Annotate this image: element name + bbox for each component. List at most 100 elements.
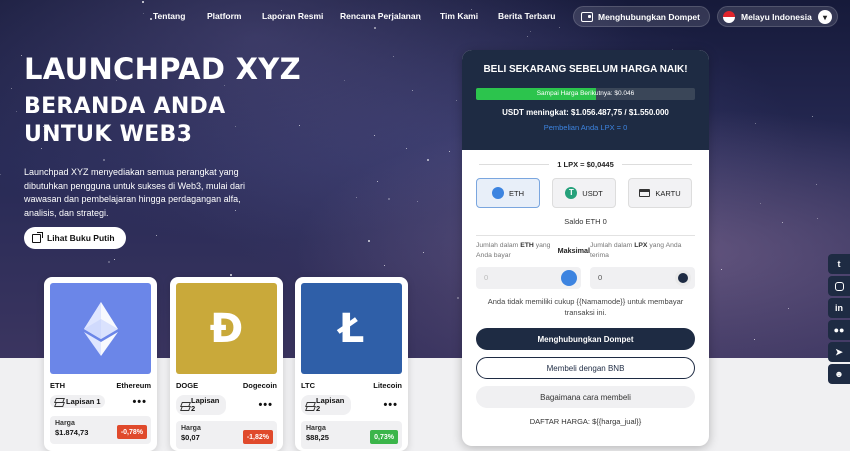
nav-link-news[interactable]: Berita Terbaru xyxy=(498,11,555,21)
connect-wallet-button[interactable]: Menghubungkan Dompet xyxy=(573,6,710,27)
star-decoration xyxy=(426,158,429,161)
usdt-raised-text: USDT meningkat: $1.056.487,75 / $1.550.0… xyxy=(502,108,669,117)
ethereum-logo xyxy=(50,283,151,374)
star-decoration xyxy=(416,200,418,202)
more-options-icon[interactable]: ••• xyxy=(383,399,398,411)
star-decoration xyxy=(367,240,370,243)
pay-with-usdt-button[interactable]: T USDT xyxy=(552,178,616,208)
star-decoration xyxy=(20,55,22,57)
star-decoration xyxy=(0,174,2,176)
pay-with-eth-button[interactable]: ETH xyxy=(476,178,540,208)
star-decoration xyxy=(383,264,385,266)
layer-badge: Lapisan 2 xyxy=(176,395,226,415)
coin-symbol: DOGE xyxy=(176,381,199,390)
star-decoration xyxy=(456,297,459,300)
your-lpx-purchase: Pembelian Anda LPX = 0 xyxy=(543,123,628,132)
hero-subtitle-line1: BERANDA ANDA xyxy=(24,94,226,119)
panel-header: BELI SEKARANG SEBELUM HARGA NAIK! Sampai… xyxy=(462,50,709,150)
layer-label: Lapisan 1 xyxy=(66,396,101,406)
star-decoration xyxy=(412,89,414,91)
view-whitepaper-button[interactable]: Lihat Buku Putih xyxy=(24,227,126,249)
coin-card-eth[interactable]: ETH Ethereum Lapisan 1 ••• Harga $1.874,7… xyxy=(44,277,157,451)
nav-link-team[interactable]: Tim Kami xyxy=(440,11,478,21)
layer-label: Lapisan 2 xyxy=(191,396,220,413)
nav-link-whitepaper[interactable]: Laporan Resmi xyxy=(262,11,323,21)
panel-connect-wallet-button[interactable]: Menghubungkan Dompet xyxy=(476,328,695,350)
ethereum-icon xyxy=(83,301,118,356)
layer-label: Lapisan 2 xyxy=(316,396,345,413)
coin-symbol: LTC xyxy=(301,381,316,390)
price-box: Harga $88,25 0,73% xyxy=(301,421,402,449)
star-decoration xyxy=(356,197,358,198)
star-decoration xyxy=(393,56,395,58)
receive-amount-input[interactable]: 0 xyxy=(590,267,695,289)
star-decoration xyxy=(755,123,757,125)
more-options-icon[interactable]: ••• xyxy=(132,396,147,408)
layer-badge: Lapisan 1 xyxy=(50,395,105,408)
instagram-icon[interactable] xyxy=(828,276,850,296)
exchange-rate: 1 LPX = $0,0445 xyxy=(557,160,614,169)
star-decoration xyxy=(448,150,450,152)
price-change-badge: -1,82% xyxy=(242,430,273,444)
nav-link-about[interactable]: Tentang xyxy=(153,11,185,21)
star-decoration xyxy=(811,116,813,118)
language-selector[interactable]: Melayu Indonesia ▾ xyxy=(717,6,838,27)
nav-link-roadmap[interactable]: Rencana Perjalanan xyxy=(340,11,421,21)
star-decoration xyxy=(817,218,819,220)
price-change-badge: -0,78% xyxy=(116,425,147,439)
tether-icon: T xyxy=(565,187,578,199)
star-decoration xyxy=(782,221,784,223)
layers-icon xyxy=(180,401,188,410)
pay-option-label: USDT xyxy=(582,188,603,198)
pay-amount-label: Jumlah dalam ETH yang Anda bayar xyxy=(476,242,551,259)
coin-card-ltc[interactable]: Ł LTC Litecoin Lapisan 2 ••• Harga $88,25… xyxy=(295,277,408,451)
wallet-icon xyxy=(581,11,593,22)
divider xyxy=(479,164,550,165)
price-list-text: DAFTAR HARGA: ${{harga_jual}} xyxy=(529,417,642,426)
panel-title: BELI SEKARANG SEBELUM HARGA NAIK! xyxy=(483,64,688,75)
pay-with-card-button[interactable]: KARTU xyxy=(628,178,692,208)
star-decoration xyxy=(456,99,458,101)
buy-with-bnb-button[interactable]: Membeli dengan BNB xyxy=(476,357,695,379)
price-box: Harga $1.874,73 -0,78% xyxy=(50,416,151,444)
star-decoration xyxy=(156,235,158,237)
pay-option-label: ETH xyxy=(509,188,524,198)
payment-options: ETH T USDT KARTU xyxy=(476,178,709,208)
nav-link-platform[interactable]: Platform xyxy=(207,11,241,21)
star-decoration xyxy=(815,184,817,186)
discord-icon[interactable]: ☻ xyxy=(828,364,850,384)
twitter-icon[interactable]: t xyxy=(828,254,850,274)
linkedin-icon[interactable]: in xyxy=(828,298,850,318)
external-link-icon xyxy=(32,231,43,243)
star-decoration xyxy=(102,159,105,162)
lpx-token-icon xyxy=(675,270,691,286)
coin-card-doge[interactable]: Đ DOGE Dogecoin Lapisan 2 ••• Harga $0,07… xyxy=(170,277,283,451)
how-to-buy-button[interactable]: Bagaimana cara membeli xyxy=(476,386,695,408)
exchange-rate-row: 1 LPX = $0,0445 xyxy=(462,160,709,169)
star-decoration xyxy=(108,260,111,263)
indonesia-flag-icon xyxy=(723,10,735,23)
more-options-icon[interactable]: ••• xyxy=(258,399,273,411)
medium-icon[interactable]: ●● xyxy=(828,320,850,340)
top-navigation: Tentang Platform Laporan Resmi Rencana P… xyxy=(0,0,850,32)
star-decoration xyxy=(526,35,528,37)
star-decoration xyxy=(298,125,300,127)
hero-description: Launchpad XYZ menyediakan semua perangka… xyxy=(24,167,245,218)
credit-card-icon xyxy=(639,189,651,197)
star-decoration xyxy=(760,203,761,205)
eth-balance: Saldo ETH 0 xyxy=(564,217,607,226)
star-decoration xyxy=(234,126,236,128)
star-decoration xyxy=(376,181,378,183)
price-change-badge: 0,73% xyxy=(370,430,398,444)
star-decoration xyxy=(387,198,390,201)
max-button[interactable]: Maksimal xyxy=(558,246,590,261)
progress-label: Sampai Harga Berikutnya: $0.046 xyxy=(536,90,635,97)
hero-subtitle-line2: UNTUK WEB3 xyxy=(24,122,193,147)
chevron-down-icon: ▾ xyxy=(818,10,832,24)
pay-amount-input[interactable]: 0 xyxy=(476,267,581,289)
receive-amount-value: 0 xyxy=(598,273,603,282)
telegram-icon[interactable]: ➤ xyxy=(828,342,850,362)
star-decoration xyxy=(373,135,375,137)
star-decoration xyxy=(16,110,18,112)
coin-name: Litecoin xyxy=(373,381,402,390)
